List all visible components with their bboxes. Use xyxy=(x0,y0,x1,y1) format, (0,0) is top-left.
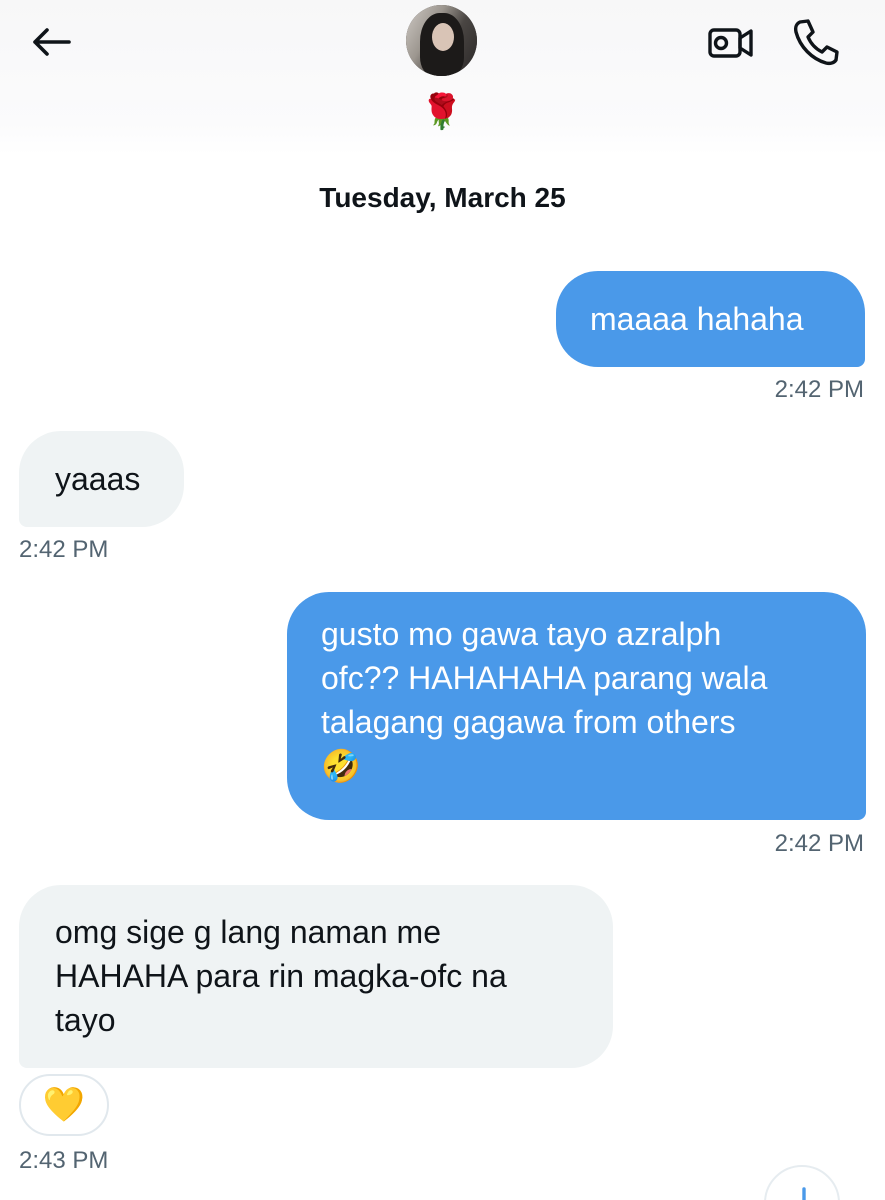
back-arrow-icon xyxy=(33,28,71,56)
video-call-button[interactable] xyxy=(707,22,755,62)
message-timestamp: 2:43 PM xyxy=(19,1147,109,1174)
phone-icon xyxy=(793,19,839,66)
message-timestamp: 2:42 PM xyxy=(774,376,864,403)
back-button[interactable] xyxy=(26,22,76,62)
message-line: HAHAHA para rin magka-ofc na xyxy=(55,958,507,994)
contact-name-emoji[interactable]: 🌹 xyxy=(420,88,464,136)
message-line: tayo xyxy=(55,1002,116,1038)
rolling-laughing-emoji: 🤣 xyxy=(321,748,361,784)
outgoing-message-bubble[interactable]: maaaa hahaha xyxy=(556,271,865,367)
message-line: ofc?? HAHAHAHA parang wala xyxy=(321,660,768,696)
scroll-to-bottom-button[interactable] xyxy=(764,1165,840,1200)
message-line: gusto mo gawa tayo azralph xyxy=(321,616,722,652)
message-line: talagang gagawa from others xyxy=(321,704,736,740)
message-text: yaaas xyxy=(55,461,141,497)
yellow-heart-reaction[interactable]: 💛 xyxy=(19,1074,109,1136)
dm-conversation-screen: 🌹 Tuesday, March 25 maaaa hahaha 2:42 PM… xyxy=(0,0,885,1200)
outgoing-message-bubble[interactable]: gusto mo gawa tayo azralph ofc?? HAHAHAH… xyxy=(287,592,866,820)
arrow-down-icon xyxy=(802,1187,806,1200)
contact-avatar[interactable] xyxy=(406,5,477,76)
message-text: maaaa hahaha xyxy=(590,301,804,337)
message-timestamp: 2:42 PM xyxy=(19,536,109,563)
incoming-message-bubble[interactable]: omg sige g lang naman me HAHAHA para rin… xyxy=(19,885,613,1068)
voice-call-button[interactable] xyxy=(790,16,842,66)
message-timestamp: 2:42 PM xyxy=(774,830,864,857)
message-line: omg sige g lang naman me xyxy=(55,914,441,950)
date-separator: Tuesday, March 25 xyxy=(319,182,566,213)
incoming-message-bubble[interactable]: yaaas xyxy=(19,431,184,527)
video-camera-icon xyxy=(708,28,753,58)
conversation-header: 🌹 xyxy=(0,0,885,155)
